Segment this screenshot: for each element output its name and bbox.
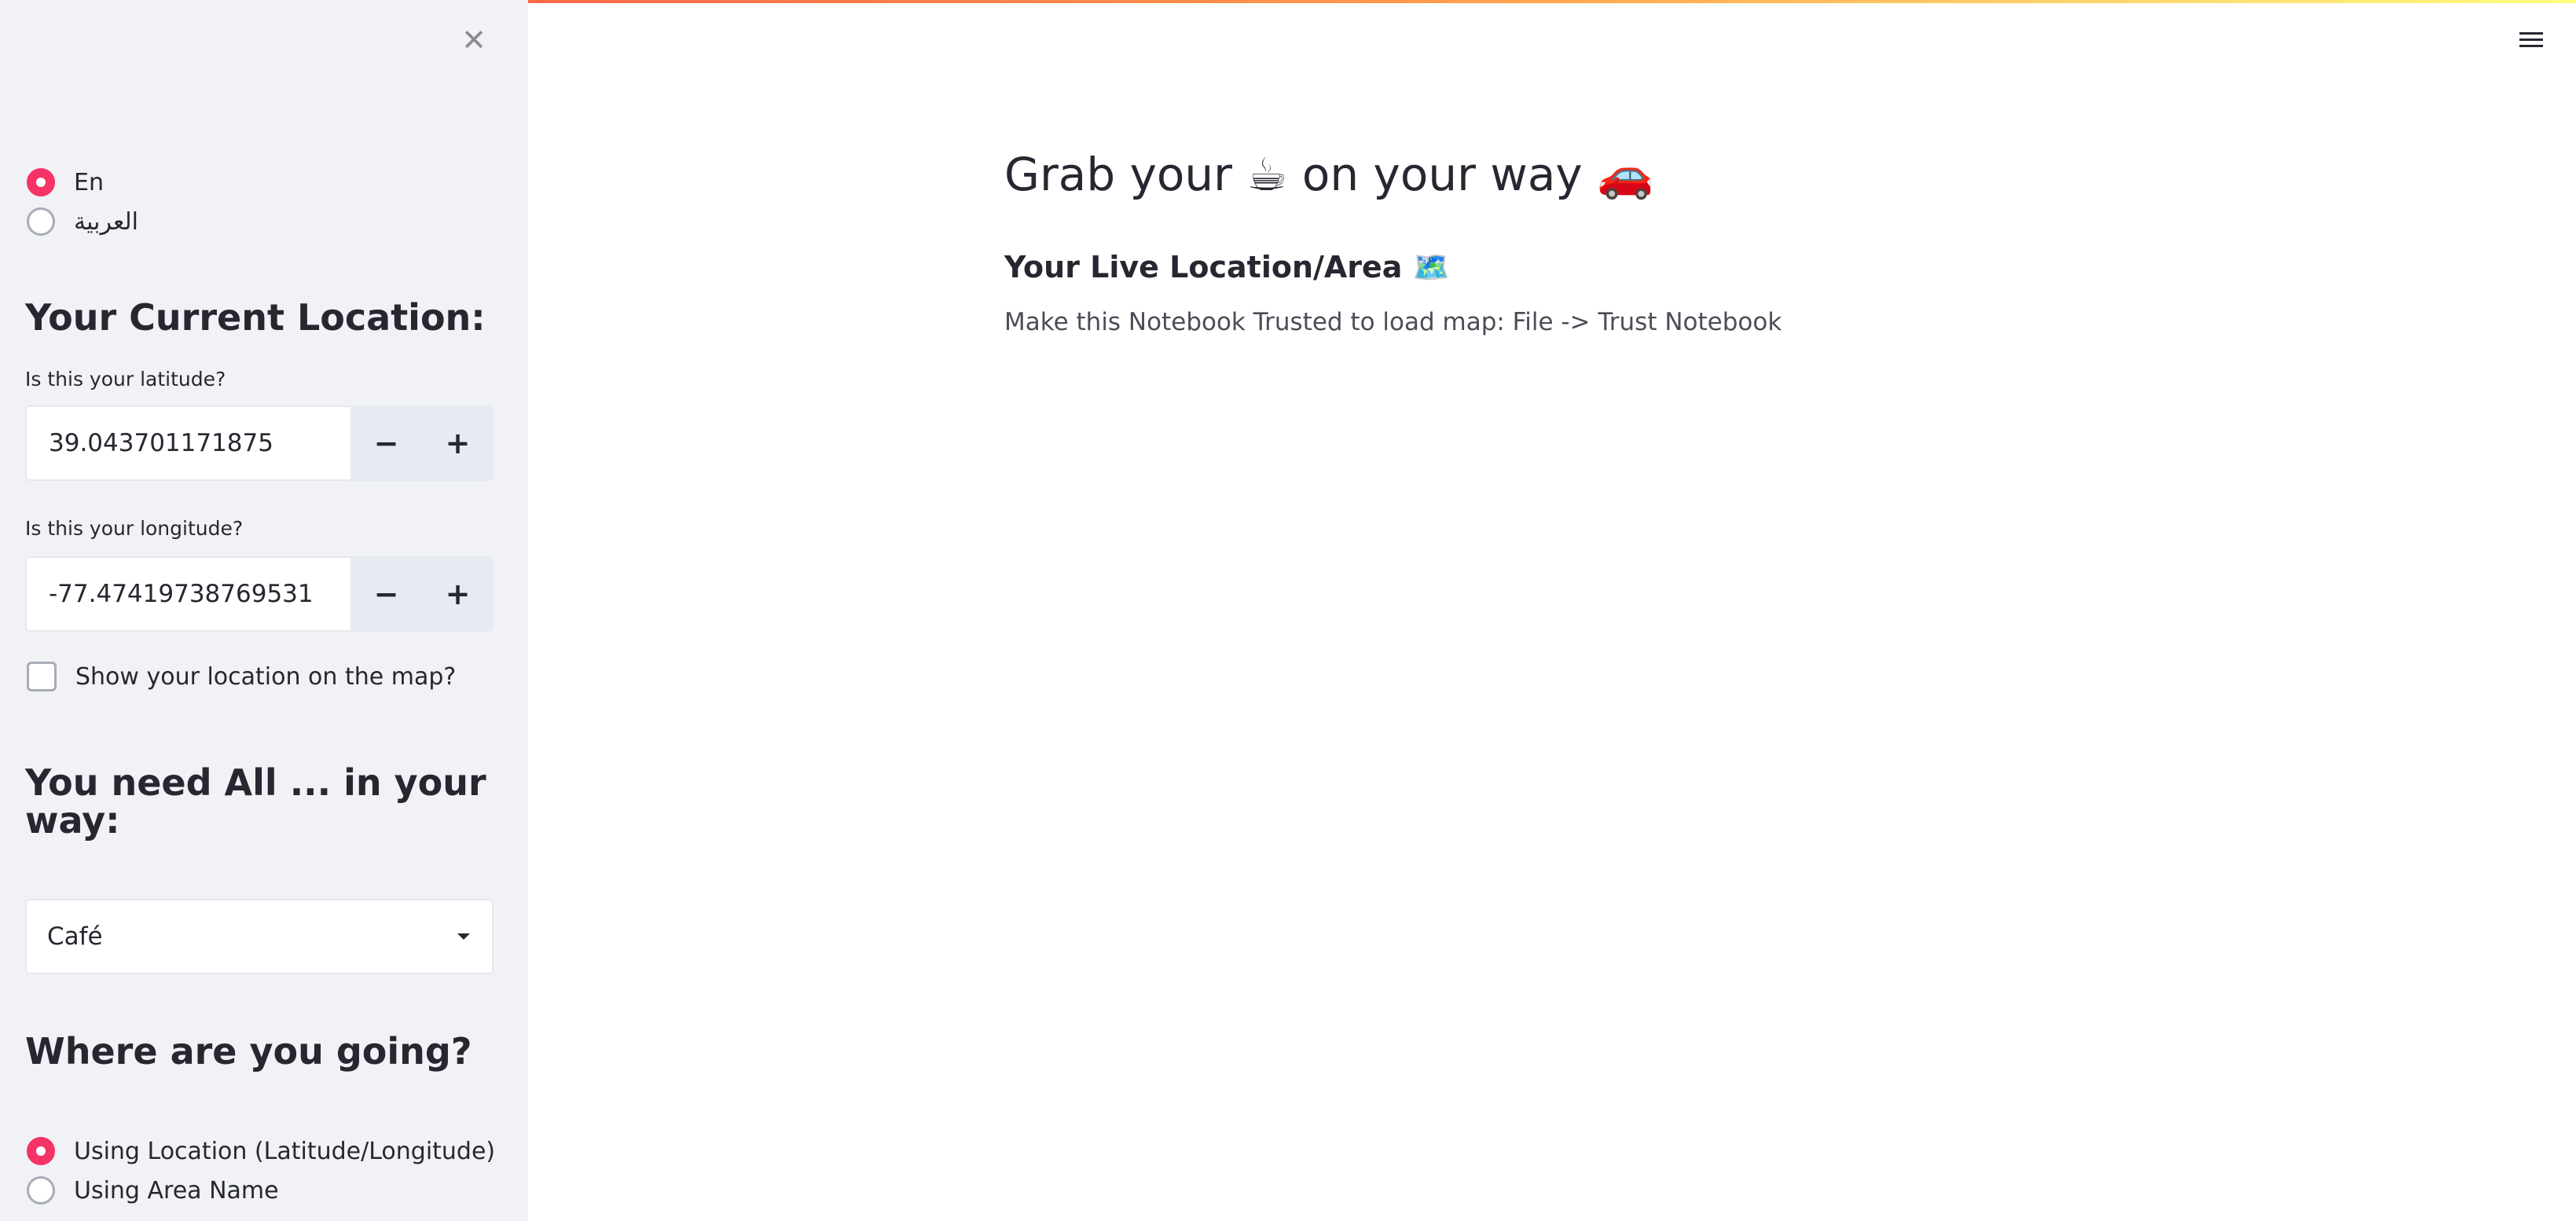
longitude-increment-button[interactable]: + xyxy=(422,556,494,632)
hamburger-menu-icon[interactable] xyxy=(2518,28,2545,55)
chevron-down-icon xyxy=(457,933,470,940)
latitude-input[interactable] xyxy=(25,405,350,481)
place-type-selected-value: Café xyxy=(47,922,103,951)
radio-label: Using Location (Latitude/Longitude) xyxy=(74,1137,496,1165)
radio-label: Using Area Name xyxy=(74,1176,279,1204)
trust-notebook-note: Make this Notebook Trusted to load map: … xyxy=(1004,308,1782,336)
show-map-checkbox-row[interactable]: Show your location on the map? xyxy=(27,662,456,691)
latitude-stepper: − + xyxy=(25,405,494,481)
radio-option-en[interactable]: En xyxy=(27,163,138,202)
latitude-label: Is this your latitude? xyxy=(25,368,226,390)
language-radio-group: En العربية xyxy=(27,163,138,241)
radio-option-using-area-name[interactable]: Using Area Name xyxy=(27,1171,495,1210)
radio-option-using-location[interactable]: Using Location (Latitude/Longitude) xyxy=(27,1131,495,1171)
going-heading: Where are you going? xyxy=(25,1030,472,1072)
close-icon[interactable]: ✕ xyxy=(457,23,490,57)
radio-label: En xyxy=(74,168,104,196)
radio-button[interactable] xyxy=(27,1176,55,1204)
sidebar: ✕ En العربية Your Current Location: Is t… xyxy=(0,0,528,1221)
place-type-select[interactable]: Café xyxy=(25,899,494,974)
radio-option-arabic[interactable]: العربية xyxy=(27,202,138,241)
radio-button-selected[interactable] xyxy=(27,1137,55,1165)
page-title: Grab your ☕ on your way 🚗 xyxy=(1004,148,1654,201)
latitude-increment-button[interactable]: + xyxy=(422,405,494,481)
longitude-input[interactable] xyxy=(25,556,350,632)
radio-button-selected[interactable] xyxy=(27,168,55,196)
longitude-stepper: − + xyxy=(25,556,494,632)
radio-label: العربية xyxy=(74,207,138,236)
need-heading: You need All ... in your way: xyxy=(25,761,486,842)
current-location-heading: Your Current Location: xyxy=(25,296,486,339)
longitude-label: Is this your longitude? xyxy=(25,517,244,540)
latitude-decrement-button[interactable]: − xyxy=(350,405,422,481)
radio-button[interactable] xyxy=(27,207,55,236)
show-map-checkbox[interactable] xyxy=(27,662,57,691)
destination-radio-group: Using Location (Latitude/Longitude) Usin… xyxy=(27,1131,495,1210)
live-location-subtitle: Your Live Location/Area 🗺️ xyxy=(1004,250,1450,284)
show-map-label: Show your location on the map? xyxy=(75,662,457,691)
longitude-decrement-button[interactable]: − xyxy=(350,556,422,632)
